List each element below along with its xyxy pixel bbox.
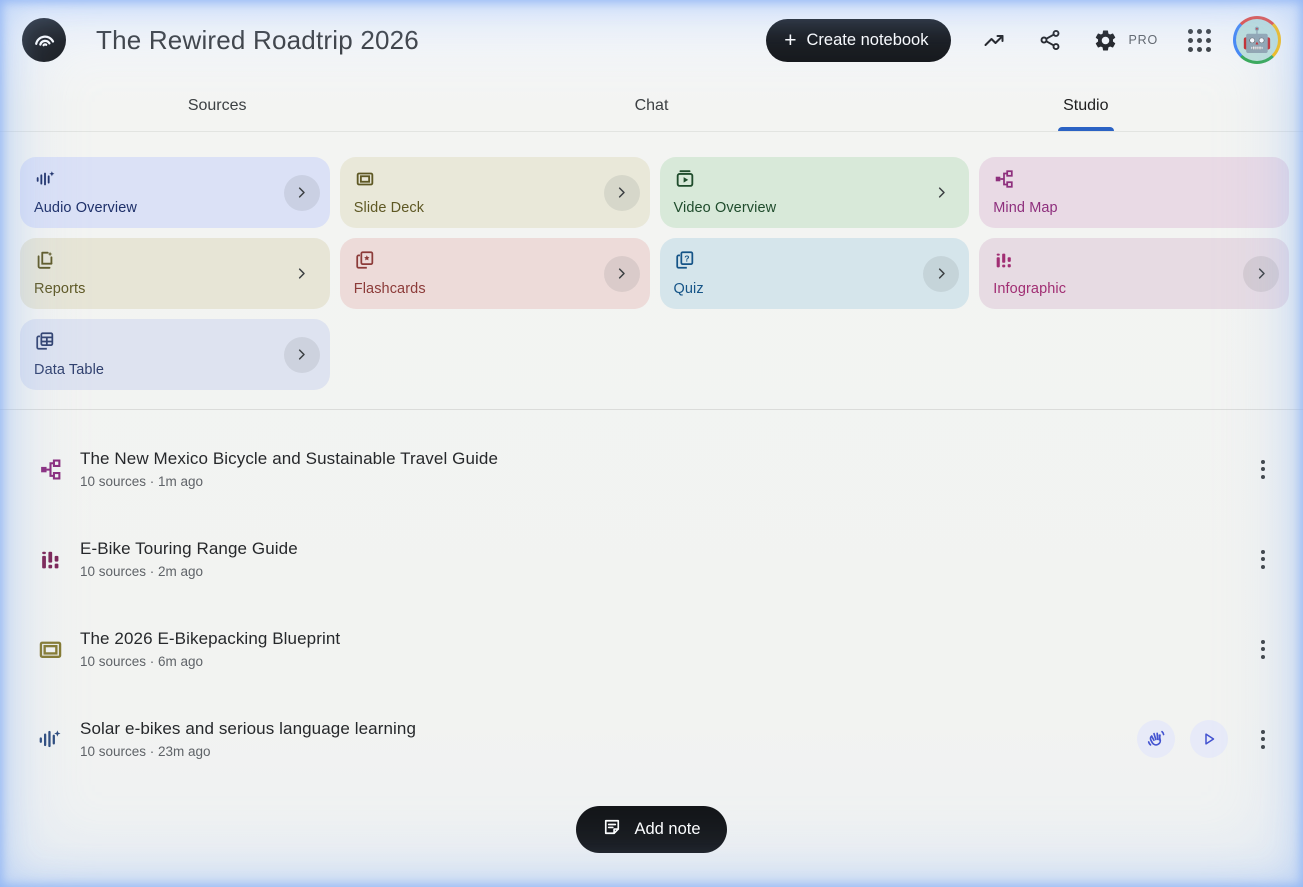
artifact-title: The 2026 E-Bikepacking Blueprint bbox=[80, 629, 341, 648]
slide-frame-icon bbox=[20, 636, 80, 663]
settings-gear-icon[interactable] bbox=[1093, 27, 1119, 53]
audio-waveform-sparkle-icon bbox=[20, 726, 80, 752]
quiz-cards-question-icon: ? bbox=[674, 249, 956, 271]
bar-chart-icon bbox=[20, 547, 80, 572]
interactive-mode-hand-icon[interactable] bbox=[1137, 720, 1175, 758]
audio-waveform-sparkle-icon bbox=[34, 168, 316, 190]
card-label: Slide Deck bbox=[353, 200, 425, 216]
card-label: Reports bbox=[34, 281, 86, 297]
video-player-icon bbox=[674, 168, 956, 190]
share-icon[interactable] bbox=[1037, 27, 1063, 53]
card-label: Quiz bbox=[673, 281, 704, 297]
add-note-label: Add note bbox=[634, 820, 701, 838]
chevron-right-icon[interactable] bbox=[603, 174, 640, 211]
data-table-grid-icon bbox=[34, 330, 316, 352]
page-title: The Rewired Roadtrip 2026 bbox=[96, 24, 419, 55]
card-flashcards[interactable]: Flashcards bbox=[339, 238, 650, 309]
bar-chart-icon bbox=[993, 249, 1275, 271]
user-avatar[interactable]: 🤖 bbox=[1233, 16, 1281, 64]
notebooklm-logo-icon[interactable] bbox=[22, 18, 66, 62]
report-doc-sparkle-icon bbox=[34, 249, 316, 271]
card-label: Data Table bbox=[34, 362, 105, 378]
app-header: The Rewired Roadtrip 2026 + Create noteb… bbox=[0, 0, 1303, 80]
chevron-right-icon[interactable] bbox=[923, 255, 960, 292]
card-data-table[interactable]: Data Table bbox=[20, 319, 330, 390]
artifact-meta: 10 sources · 2m ago bbox=[80, 564, 204, 579]
chevron-right-icon[interactable] bbox=[283, 174, 320, 211]
header-actions: + Create notebook PRO 🤖 bbox=[766, 16, 1281, 64]
card-video-overview[interactable]: Video Overview bbox=[659, 157, 970, 228]
card-label: Mind Map bbox=[993, 200, 1058, 216]
note-icon bbox=[602, 817, 622, 842]
card-label: Video Overview bbox=[673, 200, 777, 216]
card-label: Infographic bbox=[993, 281, 1067, 297]
artifact-title: The New Mexico Bicycle and Sustainable T… bbox=[80, 449, 499, 468]
mind-map-nodes-icon bbox=[993, 168, 1275, 190]
artifact-row-audio-overview[interactable]: Solar e-bikes and serious language learn… bbox=[0, 694, 1303, 784]
card-reports[interactable]: Reports bbox=[20, 238, 330, 309]
card-slide-deck[interactable]: Slide Deck bbox=[339, 157, 650, 228]
create-notebook-button[interactable]: + Create notebook bbox=[766, 18, 951, 62]
card-label: Flashcards bbox=[353, 281, 426, 297]
more-options-kebab-icon[interactable] bbox=[1251, 633, 1275, 665]
analytics-trending-icon[interactable] bbox=[981, 27, 1007, 53]
google-apps-grid-icon[interactable] bbox=[1188, 28, 1211, 52]
artifact-list: The New Mexico Bicycle and Sustainable T… bbox=[0, 424, 1303, 784]
create-notebook-label: Create notebook bbox=[806, 30, 929, 49]
more-options-kebab-icon[interactable] bbox=[1251, 543, 1275, 575]
add-note-button[interactable]: Add note bbox=[576, 806, 727, 853]
chevron-right-icon[interactable] bbox=[1243, 255, 1279, 292]
card-label: Audio Overview bbox=[34, 200, 137, 216]
artifact-row-slide-deck[interactable]: The 2026 E-Bikepacking Blueprint 10 sour… bbox=[0, 604, 1303, 694]
slide-frame-icon bbox=[354, 168, 636, 190]
tab-studio[interactable]: Studio bbox=[869, 80, 1303, 131]
tab-sources[interactable]: Sources bbox=[0, 80, 434, 131]
artifact-meta: 10 sources · 6m ago bbox=[80, 654, 204, 669]
card-quiz[interactable]: ? Quiz bbox=[659, 238, 970, 309]
chevron-right-icon[interactable] bbox=[283, 336, 320, 373]
avatar-robot-image: 🤖 bbox=[1236, 19, 1278, 61]
card-mind-map[interactable]: Mind Map bbox=[979, 157, 1289, 228]
pro-badge: PRO bbox=[1128, 33, 1158, 47]
artifact-title: E-Bike Touring Range Guide bbox=[80, 539, 298, 558]
card-infographic[interactable]: Infographic bbox=[979, 238, 1289, 309]
artifact-row-mind-map[interactable]: The New Mexico Bicycle and Sustainable T… bbox=[0, 424, 1303, 514]
artifact-meta: 10 sources · 1m ago bbox=[80, 474, 204, 489]
chevron-right-icon[interactable] bbox=[923, 175, 959, 211]
more-options-kebab-icon[interactable] bbox=[1251, 723, 1275, 755]
play-audio-icon[interactable] bbox=[1190, 720, 1228, 758]
chevron-right-icon[interactable] bbox=[603, 255, 640, 292]
flashcards-star-icon bbox=[354, 249, 636, 271]
artifact-row-infographic[interactable]: E-Bike Touring Range Guide 10 sources · … bbox=[0, 514, 1303, 604]
artifact-title: Solar e-bikes and serious language learn… bbox=[80, 719, 417, 738]
artifact-meta: 10 sources · 23m ago bbox=[80, 744, 211, 759]
more-options-kebab-icon[interactable] bbox=[1251, 453, 1275, 485]
card-audio-overview[interactable]: Audio Overview bbox=[20, 157, 330, 228]
main-tabs: Sources Chat Studio bbox=[0, 80, 1303, 132]
section-divider bbox=[0, 409, 1303, 410]
add-note-container: Add note bbox=[0, 806, 1303, 853]
chevron-right-icon[interactable] bbox=[284, 256, 320, 292]
tab-chat[interactable]: Chat bbox=[434, 80, 868, 131]
plus-icon: + bbox=[784, 28, 797, 52]
svg-text:?: ? bbox=[684, 253, 689, 263]
mind-map-nodes-icon bbox=[20, 457, 80, 482]
studio-tools-grid: Audio Overview Slide Deck Video Overview bbox=[20, 157, 1289, 390]
